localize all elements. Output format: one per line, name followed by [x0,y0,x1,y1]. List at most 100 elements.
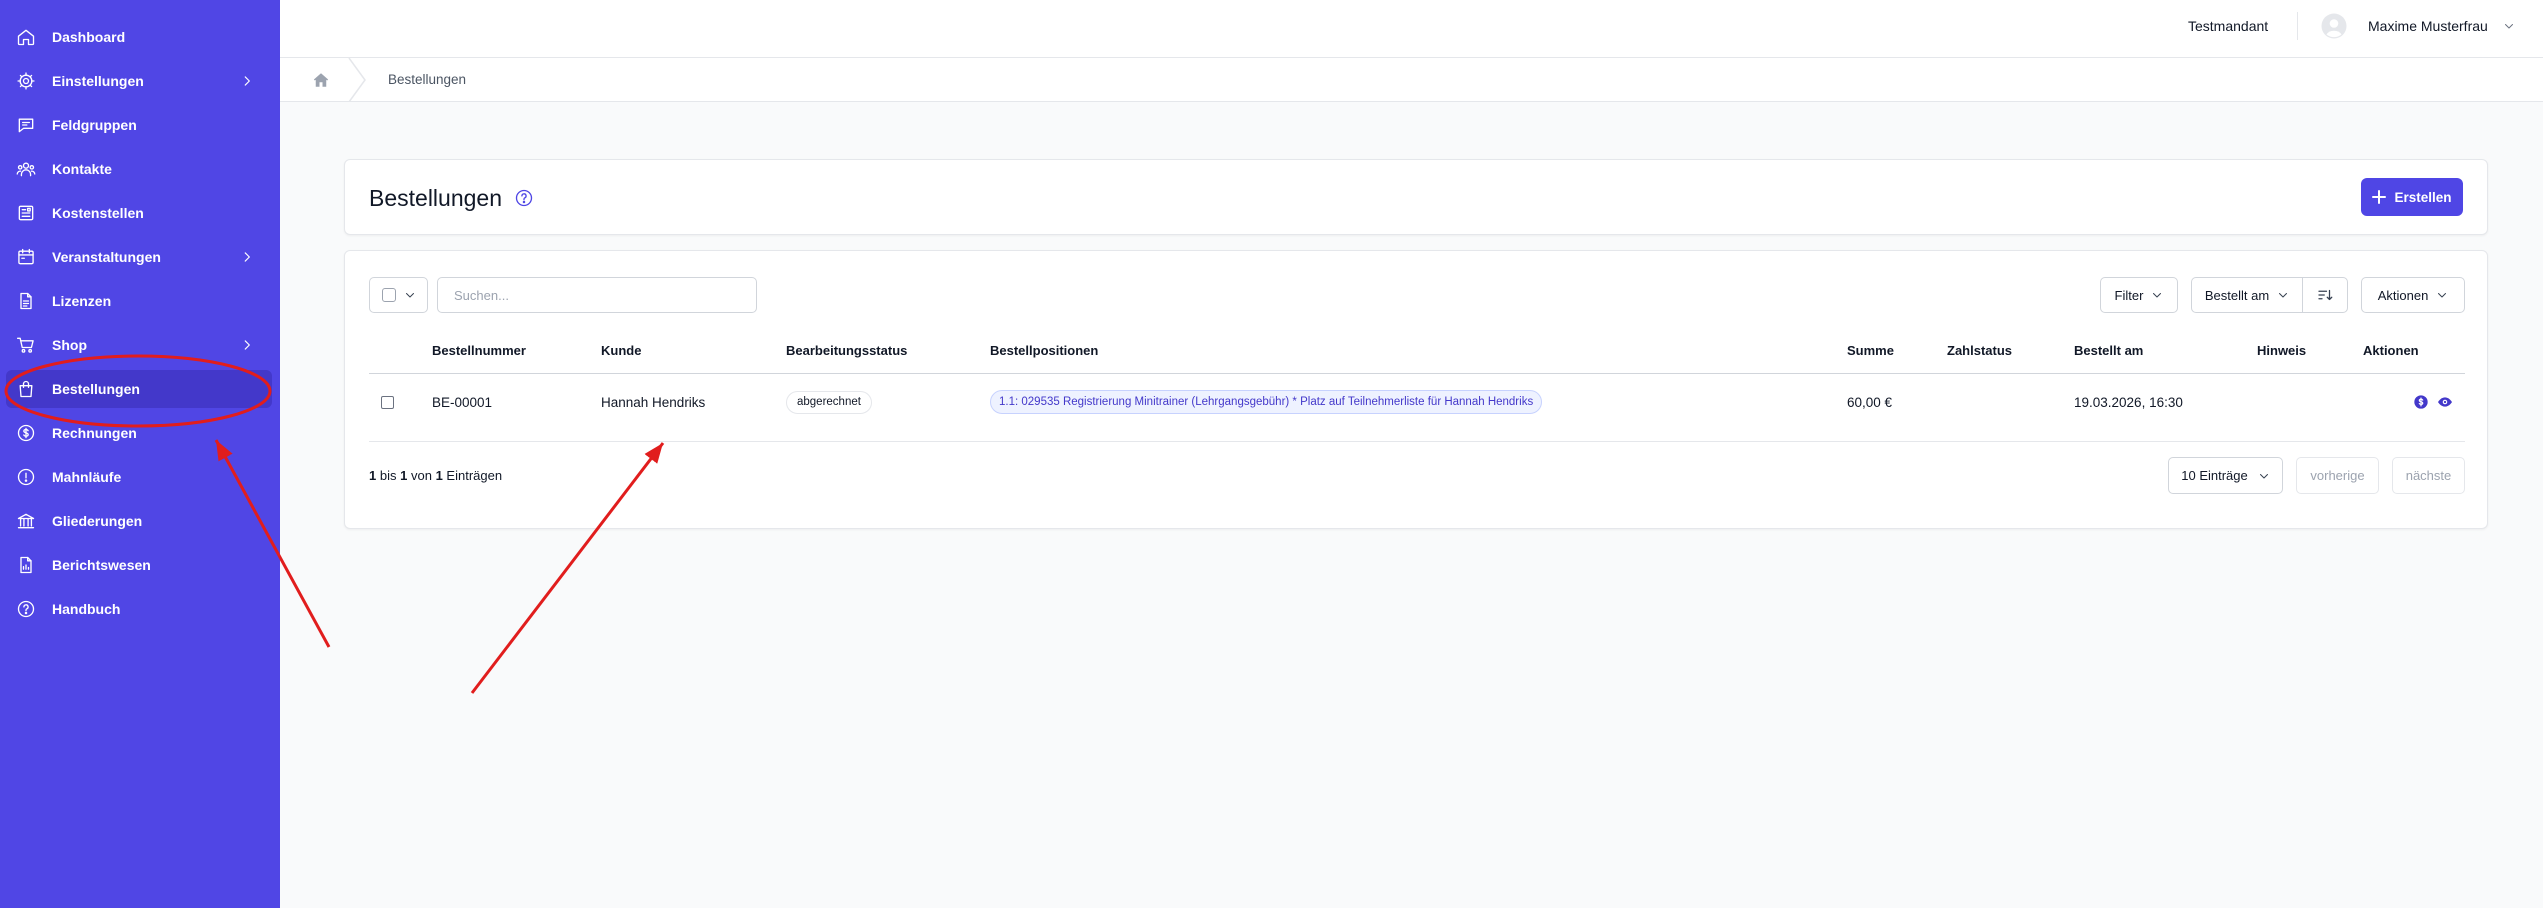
customer-name[interactable]: Hannah Hendriks [601,374,705,430]
cart-icon [16,335,36,355]
page-size-select[interactable]: 10 Einträge [2168,457,2283,494]
chevron-down-icon [2153,293,2162,298]
sidebar-item-kontakte[interactable]: Kontakte [6,150,272,188]
home-icon [16,27,36,47]
column-header-zahlstatus[interactable]: Zahlstatus [1947,327,2012,374]
sidebar-item-label: Einstellungen [52,73,144,89]
calendar-icon [16,247,36,267]
search-field[interactable] [437,277,757,313]
sidebar-item-veranstaltungen[interactable]: Veranstaltungen [6,238,272,276]
create-button[interactable]: Erstellen [2361,178,2463,216]
building-icon [16,511,36,531]
orders-table-card: Filter Bestellt am Aktionen Bestellnumme… [344,250,2488,529]
sidebar-item-label: Mahnläufe [52,469,122,485]
range-to: 1 [400,468,408,483]
page-size-label: 10 Einträge [2181,468,2248,483]
user-menu[interactable]: Maxime Musterfrau [2368,12,2488,40]
column-header-kunde[interactable]: Kunde [601,327,641,374]
sidebar-item-einstellungen[interactable]: Einstellungen [6,62,272,100]
sidebar-item-lizenzen[interactable]: Lizenzen [6,282,272,320]
sort-field-select[interactable]: Bestellt am [2191,277,2303,313]
order-sum: 60,00 € [1847,394,1893,410]
filter-button-label: Filter [2114,287,2144,303]
question-circle-icon[interactable] [514,188,534,208]
top-bar: Testmandant Maxime Musterfrau [280,0,2543,58]
sidebar-item-shop[interactable]: Shop [6,326,272,364]
column-header-bestellpositionen[interactable]: Bestellpositionen [990,327,1098,374]
breadcrumb-separator [346,58,370,102]
range-from: 1 [369,468,377,483]
shopping-bag-icon [16,379,36,399]
sidebar-item-gliederungen[interactable]: Gliederungen [6,502,272,540]
chevron-down-icon[interactable] [2503,20,2515,32]
sidebar-item-rechnungen[interactable]: Rechnungen [6,414,272,452]
question-circle-icon [16,599,36,619]
positions-cell: 1.1: 029535 Registrierung Minitrainer (L… [990,374,1543,430]
sidebar: Dashboard Einstellungen Feldgruppen Kont… [0,0,280,908]
sidebar-item-mahnlaeufe[interactable]: Mahnläufe [6,458,272,496]
sidebar-item-bestellungen[interactable]: Bestellungen [6,370,272,408]
column-header-hinweis[interactable]: Hinweis [2257,327,2306,374]
range-to-word: bis [379,468,397,483]
pagination-info: 1 bis 1 von 1 Einträgen [369,457,502,494]
page-title-group: Bestellungen [369,160,534,236]
sidebar-item-handbuch[interactable]: Handbuch [6,590,272,628]
column-header-bestellt-am[interactable]: Bestellt am [2074,327,2143,374]
gear-icon [16,71,36,91]
sidebar-item-label: Feldgruppen [52,117,137,133]
sidebar-item-label: Handbuch [52,601,121,617]
sidebar-item-kostenstellen[interactable]: Kostenstellen [6,194,272,232]
status-badge: abgerechnet [786,390,872,414]
home-icon[interactable] [312,71,330,89]
sidebar-item-label: Rechnungen [52,425,137,441]
sort-direction-button[interactable] [2302,277,2348,313]
bulk-actions-button[interactable]: Aktionen [2361,277,2465,313]
status-cell: abgerechnet [786,374,872,430]
select-all-checkbox[interactable] [382,288,396,302]
filter-button[interactable]: Filter [2100,277,2178,313]
breadcrumb: Bestellungen [280,58,2543,102]
tenant-switcher[interactable]: Testmandant [2188,12,2268,40]
report-icon [16,555,36,575]
sidebar-item-label: Veranstaltungen [52,249,161,265]
ordered-at: 19.03.2026, 16:30 [2074,394,2183,410]
sidebar-item-label: Bestellungen [52,381,140,397]
sidebar-item-label: Berichtswesen [52,557,151,573]
chevron-down-icon [406,293,414,298]
column-header-bearbeitungsstatus[interactable]: Bearbeitungsstatus [786,327,907,374]
sort-descending-icon [2318,289,2333,301]
bulk-select-dropdown[interactable] [369,277,428,313]
column-header-bestellnummer[interactable]: Bestellnummer [432,327,526,374]
order-number[interactable]: BE-00001 [432,374,492,430]
range-of-word: von [410,468,432,483]
search-input[interactable] [454,287,744,303]
row-checkbox[interactable] [381,395,394,409]
next-page-button[interactable]: nächste [2392,457,2465,494]
page-header-card: Bestellungen Erstellen [344,159,2488,235]
users-icon [16,159,36,179]
sidebar-item-dashboard[interactable]: Dashboard [6,18,272,56]
ledger-icon [16,203,36,223]
order-position-tag[interactable]: 1.1: 029535 Registrierung Minitrainer (L… [990,390,1543,414]
currency-icon [16,423,36,443]
sidebar-item-berichtswesen[interactable]: Berichtswesen [6,546,272,584]
chevron-down-icon [2259,473,2268,478]
document-icon [16,291,36,311]
row-actions [2413,374,2453,430]
sidebar-item-label: Kontakte [52,161,112,177]
sidebar-item-feldgruppen[interactable]: Feldgruppen [6,106,272,144]
avatar[interactable] [2321,13,2347,39]
eye-icon[interactable] [2437,394,2453,410]
currency-icon[interactable] [2413,394,2429,410]
chevron-right-icon [240,74,254,88]
sort-field-label: Bestellt am [2204,287,2270,303]
column-header-summe[interactable]: Summe [1847,327,1894,374]
chevron-down-icon [2279,293,2288,298]
previous-page-button[interactable]: vorherige [2296,457,2379,494]
table-row[interactable]: BE-00001 Hannah Hendriks abgerechnet 1.1… [369,374,2465,442]
sidebar-item-label: Gliederungen [52,513,143,529]
column-header-aktionen: Aktionen [2363,343,2419,358]
range-entries-word: Einträgen [446,468,503,483]
divider [2297,12,2298,40]
sidebar-item-label: Shop [52,337,87,353]
